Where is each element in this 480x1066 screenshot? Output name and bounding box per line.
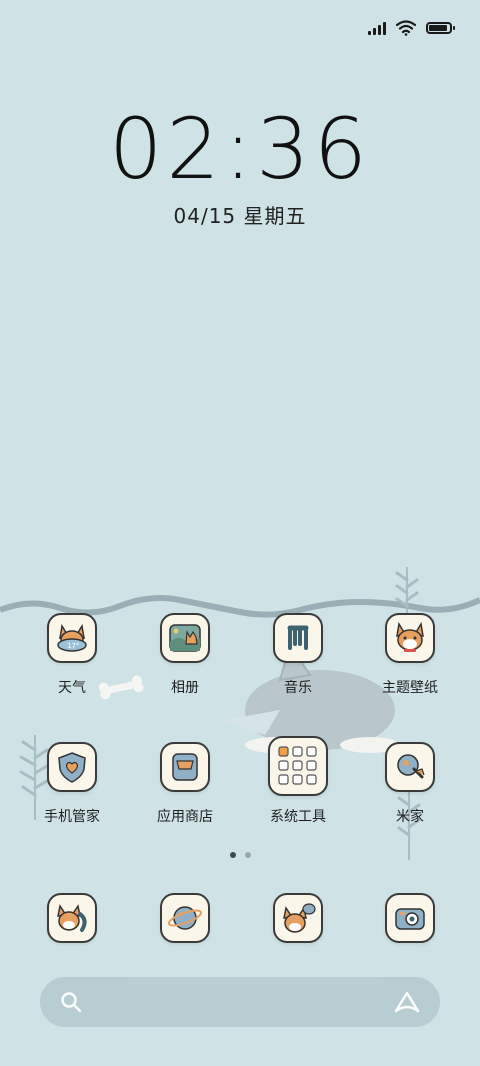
app-gallery[interactable]: 相册 <box>135 613 235 697</box>
dock-messages[interactable] <box>248 893 348 943</box>
weather-corgi-icon: 17° <box>47 613 97 663</box>
tools-folder-icon <box>268 736 328 796</box>
app-label: 手机管家 <box>44 809 100 825</box>
lockscreen-clock[interactable]: 02:36 <box>0 100 480 198</box>
mi-home-icon <box>385 742 435 792</box>
themes-corgi-icon <box>385 613 435 663</box>
page-dot-2[interactable] <box>244 852 251 858</box>
signal-icon <box>368 21 386 35</box>
app-security[interactable]: 手机管家 <box>22 742 122 826</box>
app-mi-home[interactable]: 米家 <box>360 742 460 826</box>
dock-camera[interactable] <box>360 893 460 943</box>
app-themes[interactable]: 主题壁纸 <box>360 613 460 697</box>
music-note-icon <box>273 613 323 663</box>
app-weather[interactable]: 17° 天气 <box>22 613 122 697</box>
phone-corgi-icon <box>47 893 97 943</box>
messages-corgi-icon <box>273 893 323 943</box>
app-store[interactable]: 应用商店 <box>135 742 235 826</box>
app-label: 系统工具 <box>270 809 326 825</box>
status-bar <box>368 20 455 36</box>
search-icon[interactable] <box>60 991 82 1013</box>
app-label: 相册 <box>171 680 199 696</box>
battery-level <box>429 25 447 31</box>
svg-text:17°: 17° <box>67 642 79 650</box>
browser-planet-icon <box>160 893 210 943</box>
app-system-tools[interactable]: 系统工具 <box>248 736 348 826</box>
battery-icon <box>426 22 455 34</box>
lockscreen-date[interactable]: 04/15 星期五 <box>0 200 480 229</box>
app-label: 应用商店 <box>157 809 213 825</box>
gallery-corgi-icon <box>160 613 210 663</box>
app-store-icon <box>160 742 210 792</box>
dock-phone[interactable] <box>22 893 122 943</box>
page-dot-1[interactable] <box>229 852 236 858</box>
dock-browser[interactable] <box>135 893 235 943</box>
app-label: 音乐 <box>284 680 312 696</box>
camera-icon <box>385 893 435 943</box>
page-indicator[interactable] <box>0 852 480 858</box>
search-bar[interactable] <box>40 977 440 1027</box>
app-music[interactable]: 音乐 <box>248 613 348 697</box>
wifi-icon <box>396 20 416 36</box>
app-label: 米家 <box>396 809 424 825</box>
assistant-icon[interactable] <box>394 991 420 1013</box>
security-shield-icon <box>47 742 97 792</box>
app-label: 主题壁纸 <box>382 680 438 696</box>
app-label: 天气 <box>58 680 86 696</box>
